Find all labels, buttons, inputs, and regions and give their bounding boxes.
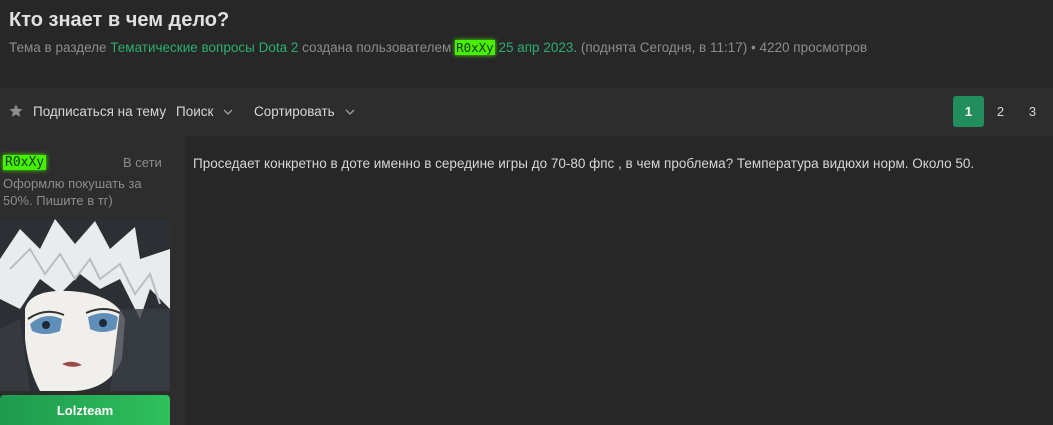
meta-separator: • [747, 40, 760, 55]
meta-created-by: создана пользователем [298, 40, 456, 55]
page-title: Кто знает в чем дело? [9, 9, 230, 31]
user-status-text: Оформлю покушать за 50%. Пишите в тг) [3, 176, 142, 208]
avatar[interactable] [0, 219, 170, 391]
view-count: 4220 просмотров [759, 40, 868, 55]
avatar-image [0, 219, 170, 391]
meta-prefix: Тема в разделе [9, 40, 111, 55]
thread-toolbar: Подписаться на тему Поиск Сортировать [0, 88, 1053, 136]
sort-dropdown[interactable]: Сортировать [254, 104, 355, 119]
page-link-3[interactable]: 3 [1017, 96, 1048, 127]
thread-date[interactable]: 25 апр 2023 [495, 40, 573, 55]
section-link[interactable]: Тематические вопросы Dota 2 [110, 40, 298, 55]
thread-raised: . (поднята Сегодня, в 11:17) [573, 40, 748, 55]
user-group-badge: Lolzteam [0, 395, 170, 425]
online-status: В сети [123, 155, 162, 170]
search-label: Поиск [176, 104, 214, 119]
chevron-down-icon [223, 109, 233, 115]
author-link[interactable]: R0xXy [455, 40, 495, 55]
subscribe-button[interactable]: Подписаться на тему [33, 104, 166, 119]
star-icon[interactable] [8, 103, 24, 119]
post-body: Проседает конкретно в доте именно в сере… [193, 156, 975, 171]
thread-header: Кто знает в чем дело? Тема в разделе Тем… [0, 0, 1053, 88]
thread-meta: Тема в разделе Тематические вопросы Dota… [9, 40, 867, 55]
sort-label: Сортировать [254, 104, 335, 119]
search-dropdown[interactable]: Поиск [176, 104, 233, 119]
page-link-1[interactable]: 1 [953, 96, 984, 127]
user-nickname[interactable]: R0xXy [3, 155, 47, 170]
page-link-2[interactable]: 2 [985, 96, 1016, 127]
subscribe-label: Подписаться на тему [33, 104, 167, 119]
chevron-down-icon [345, 109, 355, 115]
